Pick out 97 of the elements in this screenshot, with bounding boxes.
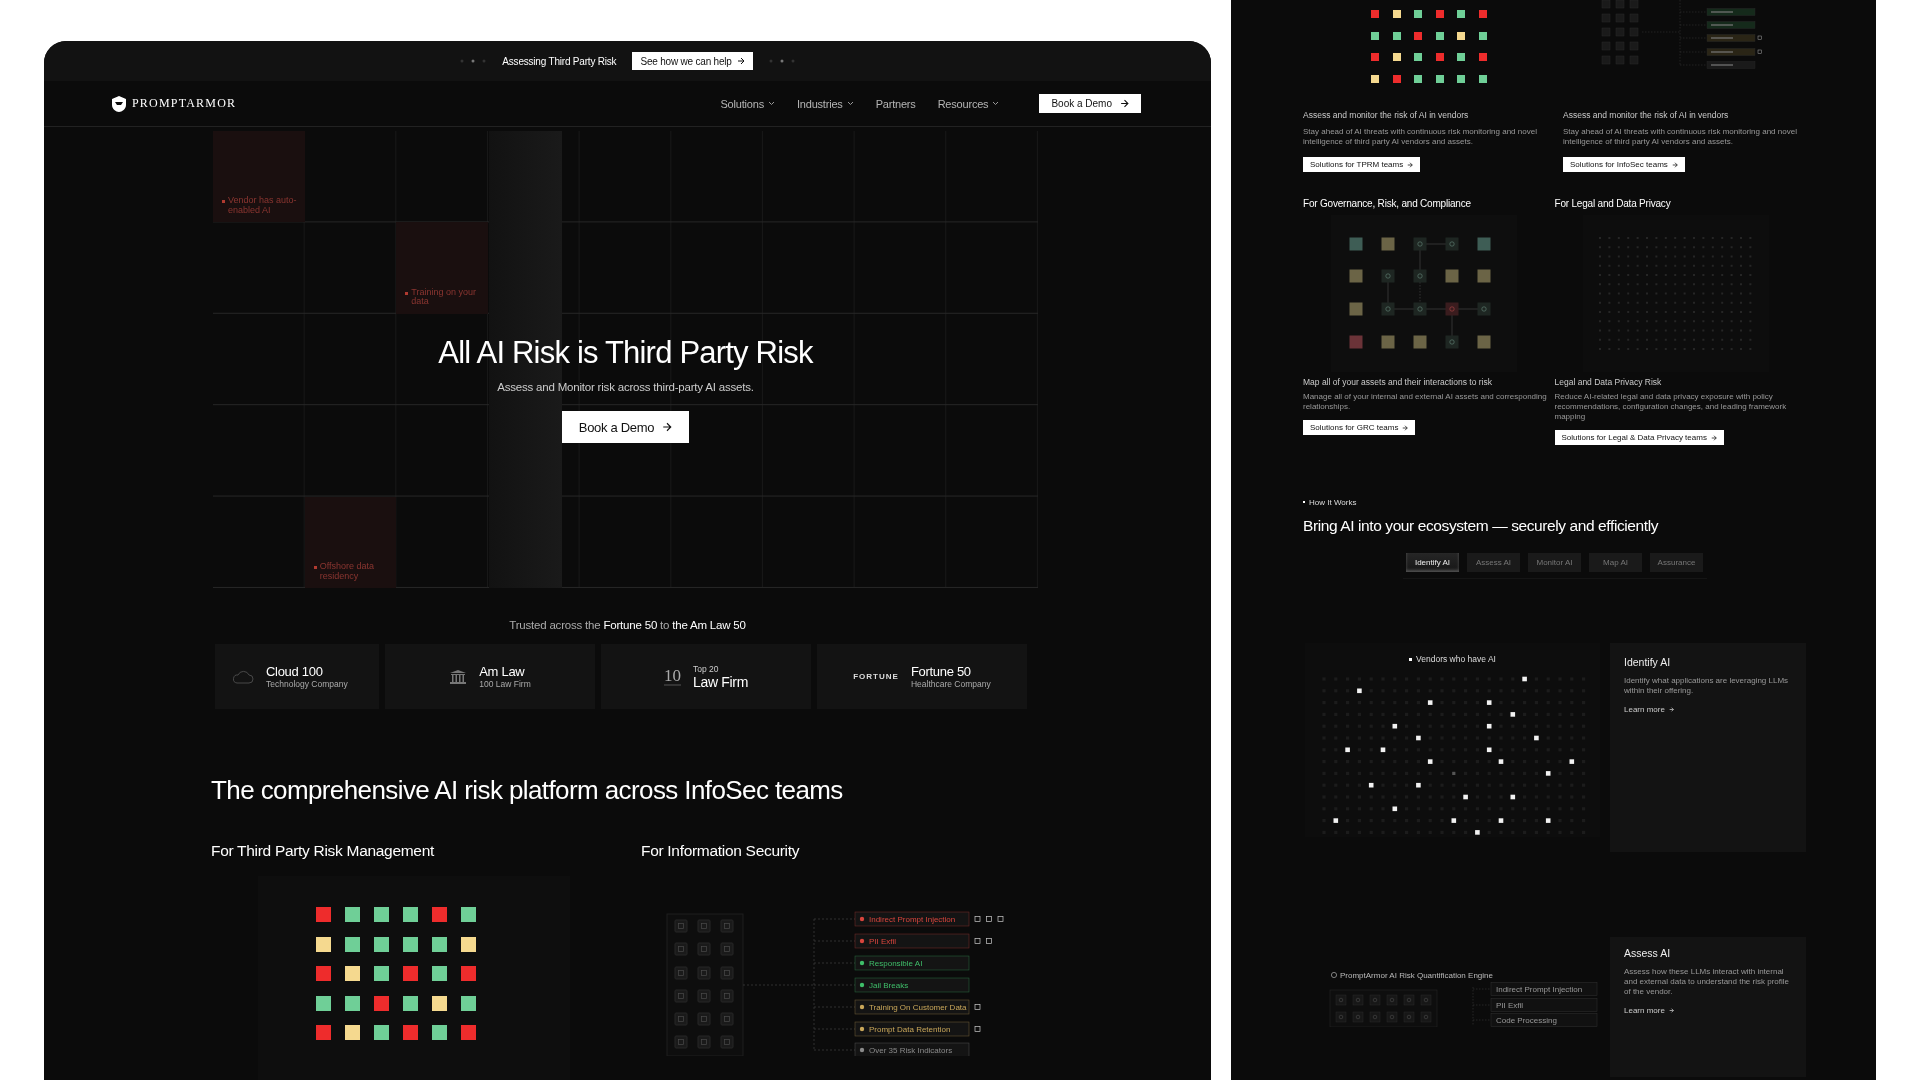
checkbox[interactable] — [974, 938, 981, 944]
logo-wordmark: PROMPTARMOR — [132, 96, 237, 111]
bullet-icon — [222, 200, 225, 204]
ten-logo: 10 — [663, 667, 681, 686]
tab[interactable]: Assess AI — [1467, 553, 1520, 572]
risk-indicator-tag: Training On Customer Data — [854, 999, 970, 1015]
tab[interactable]: Map AI — [1589, 553, 1642, 572]
bullet-icon — [405, 291, 409, 295]
arrow-icon — [1402, 424, 1409, 431]
logo-title: Law Firm — [692, 673, 749, 690]
section-title: Bring AI into your ecosystem — securely and efficiently — [1303, 517, 1660, 535]
checkbox[interactable] — [986, 938, 992, 944]
arrow-icon — [1668, 1008, 1674, 1013]
arrow-icon — [736, 57, 745, 65]
nav-link[interactable]: Industries — [796, 97, 854, 110]
feature-description: Manage all of your internal and external AI assets and corresponding relationships. — [1303, 392, 1548, 412]
risk-indicator-tag: Over 35 Risk Indicators — [854, 1042, 970, 1056]
risk-indicator-tag: PII Exfil — [854, 933, 970, 949]
chevron-down-icon — [767, 101, 775, 106]
solution-heading: For Governance, Risk, and Compliance — [1303, 198, 1471, 210]
logo-title: Cloud 100 — [266, 664, 324, 679]
cloud-icon — [232, 669, 254, 684]
arrow-icon — [1120, 99, 1129, 108]
tab[interactable]: Identify AI — [1406, 553, 1459, 572]
risk-indicator-tag: Code Processing — [1490, 1013, 1598, 1027]
risk-indicator-tag: Responsible AI — [854, 955, 970, 971]
risk-indicator-tag: Prompt Data Retention — [854, 1021, 970, 1037]
feature-description: Stay ahead of AI threats with continuous risk monitoring and novel intelligence of third party AI vendors and assets. — [1563, 127, 1798, 147]
risk-tag-label: Vendor has auto-enabled AI — [228, 196, 298, 216]
bullet-icon — [313, 566, 317, 569]
gear-icon — [1331, 972, 1337, 978]
solutions-button[interactable]: Solutions for InfoSec teams — [1563, 157, 1685, 172]
risk-indicator-tag: Jail Breaks — [854, 977, 970, 993]
nav-link[interactable]: Solutions — [720, 97, 775, 110]
arrow-icon — [1671, 161, 1678, 168]
hero-subtitle: Assess and Monitor risk across third-party AI assets. — [497, 381, 754, 393]
feature-caption: Map all of your assets and their interactions to risk — [1303, 377, 1492, 387]
tab[interactable]: Assurance — [1650, 553, 1703, 572]
logo-title: Am Law — [479, 664, 526, 679]
risk-indicator-tag: Indirect Prompt Injection — [854, 911, 970, 927]
arrow-icon — [1668, 707, 1674, 712]
card-title: Assess AI — [1624, 947, 1671, 959]
solutions-button[interactable]: Solutions for Legal & Data Privacy teams — [1554, 430, 1724, 445]
feature-description: Stay ahead of AI threats with continuous risk monitoring and novel intelligence of third party AI vendors and assets. — [1303, 127, 1538, 147]
columns-emblem-icon — [449, 669, 468, 684]
checkbox[interactable] — [986, 916, 992, 922]
risk-tag-label: Offshore data residency — [319, 562, 376, 581]
fortune-logo: FORTUNE — [853, 672, 899, 681]
feature-description: Reduce AI-related legal and data privacy exposure with policy recommendations, configuration changes, and leading framework mapping — [1554, 392, 1788, 422]
solutions-button[interactable]: Solutions for TPRM teams — [1303, 157, 1421, 172]
tab[interactable]: Monitor AI — [1528, 553, 1581, 572]
section-title: The comprehensive AI risk platform across InfoSec teams — [211, 775, 844, 805]
solution-heading: For Legal and Data Privacy — [1554, 198, 1671, 210]
logo-subtitle: Healthcare Company — [910, 679, 991, 689]
risk-indicator-tag: Indirect Prompt Injection — [1490, 982, 1598, 996]
cta-button[interactable]: See how we can help — [632, 52, 753, 70]
card-title: Identify AI — [1624, 656, 1671, 668]
checkbox[interactable] — [974, 1026, 981, 1032]
arrow-icon — [1710, 434, 1717, 441]
chart-legend-label: Vendors who have AI — [1416, 654, 1496, 664]
trusted-text: Trusted across the Fortune 50 to the Am Law 50 — [508, 619, 747, 631]
connector-drawing — [1472, 986, 1492, 1027]
column-heading: For Third Party Risk Management — [211, 842, 435, 860]
nav-link[interactable]: Partners — [875, 97, 916, 110]
risk-tag-label: Training on your data — [411, 287, 478, 307]
chevron-down-icon — [992, 101, 1000, 106]
logo-subtitle: 100 Law Firm — [479, 679, 531, 689]
logo-title: Fortune 50 — [910, 664, 972, 679]
solutions-button[interactable]: Solutions for GRC teams — [1303, 420, 1416, 435]
chevron-down-icon — [846, 101, 854, 106]
logo-eyebrow: Top 20 — [692, 663, 720, 674]
helmet-logo-icon — [112, 95, 126, 112]
announcement-text: Assessing Third Party Risk — [502, 55, 617, 67]
card-description: Assess how these LLMs interact with internal and external data to understand the risk profile of the vendor. — [1624, 967, 1790, 997]
bullet-icon — [1409, 657, 1413, 661]
feature-caption: Legal and Data Privacy Risk — [1554, 377, 1662, 387]
carousel-dots-icon — [460, 59, 487, 63]
logo-subtitle: Technology Company — [266, 679, 348, 689]
carousel-dots-icon — [768, 59, 795, 63]
learn-more-link[interactable]: Learn more — [1624, 705, 1674, 714]
section-eyebrow: How It Works — [1309, 497, 1357, 507]
column-heading: For Information Security — [641, 842, 801, 860]
card-description: Identify what applications are leveraging LLMs within their offering. — [1624, 676, 1790, 696]
feature-caption: Assess and monitor the risk of AI in vendors — [1563, 110, 1729, 120]
arrow-icon — [662, 422, 673, 432]
book-demo-button[interactable]: Book a Demo — [561, 411, 690, 443]
hero-title: All AI Risk is Third Party Risk — [438, 335, 813, 371]
checkbox[interactable] — [974, 1004, 981, 1010]
arrow-icon — [1407, 161, 1414, 168]
nav-link[interactable]: Resources — [937, 97, 1000, 110]
learn-more-link[interactable]: Learn more — [1624, 1006, 1674, 1015]
risk-indicator-tag: PII Exfil — [1490, 998, 1598, 1012]
book-demo-button[interactable]: Book a Demo — [1039, 94, 1141, 113]
feature-caption: Assess and monitor the risk of AI in vendors — [1303, 110, 1469, 120]
checkbox[interactable] — [974, 916, 981, 922]
checkbox[interactable] — [997, 916, 1004, 922]
engine-label: PromptArmor AI Risk Quantification Engine — [1340, 971, 1493, 980]
